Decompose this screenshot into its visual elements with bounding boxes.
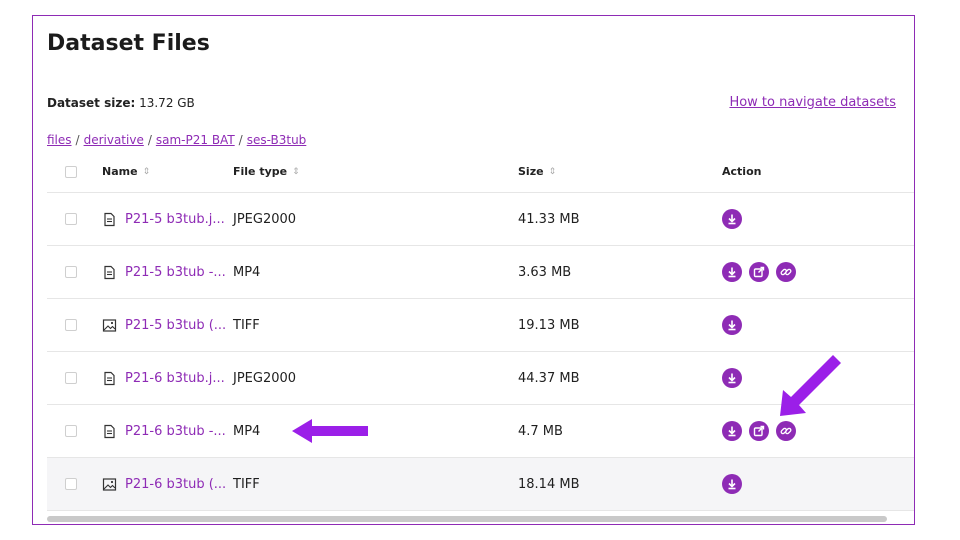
how-to-navigate-link[interactable]: How to navigate datasets	[729, 95, 896, 110]
sort-icon: ⇕	[292, 166, 300, 177]
link-icon[interactable]	[776, 262, 796, 282]
column-size[interactable]: Size ⇕	[518, 151, 668, 192]
dataset-size-label: Dataset size:	[47, 96, 136, 110]
open-external-icon[interactable]	[749, 421, 769, 441]
row-checkbox[interactable]	[65, 425, 77, 437]
file-size: 3.63 MB	[518, 264, 572, 280]
column-name[interactable]: Name ⇕	[102, 151, 237, 192]
table-header: Name ⇕ File type ⇕ Size ⇕ Action	[47, 151, 914, 193]
column-file-type[interactable]: File type ⇕	[233, 151, 383, 192]
annotation-arrow-left-icon	[292, 419, 368, 443]
row-actions	[722, 193, 912, 245]
breadcrumb-derivative[interactable]: derivative	[84, 133, 144, 147]
sort-icon: ⇕	[142, 166, 151, 177]
file-size: 19.13 MB	[518, 317, 580, 333]
file-name-link[interactable]: P21-5 b3tub (...	[125, 318, 226, 333]
download-icon[interactable]	[722, 368, 742, 388]
file-name-link[interactable]: P21-5 b3tub.j...	[125, 212, 225, 227]
dataset-files-panel: Dataset Files Dataset size: 13.72 GB How…	[32, 15, 915, 525]
row-checkbox[interactable]	[65, 478, 77, 490]
select-all-checkbox[interactable]	[65, 165, 77, 178]
row-actions	[722, 458, 912, 510]
dataset-size-value: 13.72 GB	[139, 96, 195, 110]
file-size: 44.37 MB	[518, 370, 580, 386]
file-type: JPEG2000	[233, 211, 297, 227]
row-actions	[722, 246, 912, 298]
row-checkbox[interactable]	[65, 319, 77, 331]
file-type: JPEG2000	[233, 370, 297, 386]
breadcrumb: files / derivative / sam-P21 BAT / ses-B3tub	[47, 133, 307, 147]
file-name-link[interactable]: P21-5 b3tub -...	[125, 265, 226, 280]
document-icon	[102, 371, 117, 386]
open-external-icon[interactable]	[749, 262, 769, 282]
file-size: 41.33 MB	[518, 211, 580, 227]
breadcrumb-files[interactable]: files	[47, 133, 72, 147]
table-row: P21-6 b3tub (... TIFF 18.14 MB	[47, 458, 914, 511]
download-icon[interactable]	[722, 474, 742, 494]
file-name-link[interactable]: P21-6 b3tub -...	[125, 424, 226, 439]
download-icon[interactable]	[722, 209, 742, 229]
file-name-link[interactable]: P21-6 b3tub (...	[125, 477, 226, 492]
sort-icon: ⇕	[548, 166, 557, 177]
table-row: P21-5 b3tub.j... JPEG2000 41.33 MB	[47, 193, 914, 246]
file-type: TIFF	[233, 317, 260, 333]
dataset-size: Dataset size: 13.72 GB	[47, 96, 195, 110]
document-icon	[102, 212, 117, 227]
file-name-link[interactable]: P21-6 b3tub.j...	[125, 371, 225, 386]
column-action: Action	[722, 165, 762, 178]
row-checkbox[interactable]	[65, 213, 77, 225]
file-type: MP4	[233, 264, 261, 280]
table-row: P21-5 b3tub (... TIFF 19.13 MB	[47, 299, 914, 352]
row-checkbox[interactable]	[65, 266, 77, 278]
download-icon[interactable]	[722, 315, 742, 335]
image-icon	[102, 318, 117, 333]
table-row: P21-5 b3tub -... MP4 3.63 MB	[47, 246, 914, 299]
row-actions	[722, 299, 912, 351]
breadcrumb-sam[interactable]: sam-P21 BAT	[156, 133, 235, 147]
download-icon[interactable]	[722, 421, 742, 441]
download-icon[interactable]	[722, 262, 742, 282]
link-icon[interactable]	[776, 421, 796, 441]
breadcrumb-ses[interactable]: ses-B3tub	[247, 133, 307, 147]
horizontal-scrollbar[interactable]	[47, 516, 887, 522]
file-size: 18.14 MB	[518, 476, 580, 492]
image-icon	[102, 477, 117, 492]
file-type: TIFF	[233, 476, 260, 492]
files-table: Name ⇕ File type ⇕ Size ⇕ Action P21-5 b3tu…	[47, 151, 914, 511]
panel-title: Dataset Files	[47, 31, 210, 56]
document-icon	[102, 265, 117, 280]
annotation-arrow-diagonal-icon	[780, 355, 841, 416]
row-checkbox[interactable]	[65, 372, 77, 384]
document-icon	[102, 424, 117, 439]
file-size: 4.7 MB	[518, 423, 563, 439]
